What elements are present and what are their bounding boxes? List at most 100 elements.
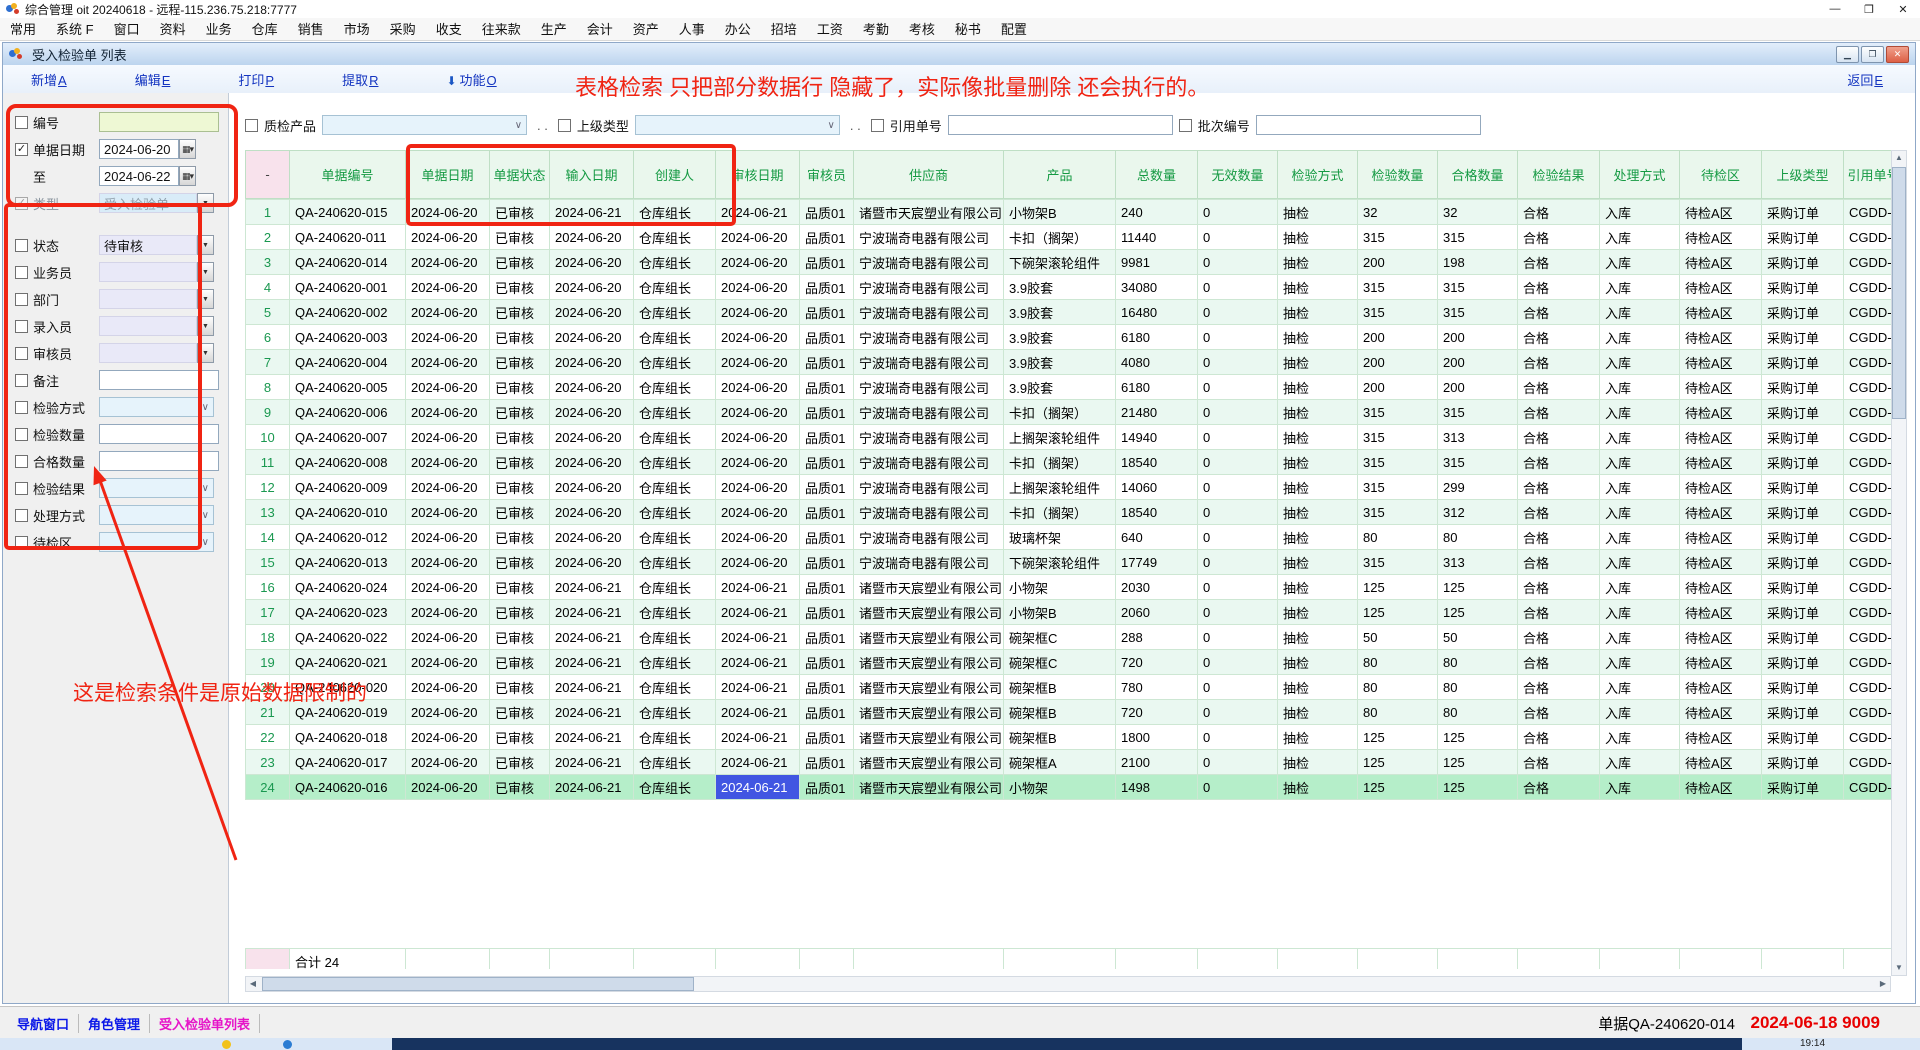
quick-filter-checkbox-5[interactable]	[1179, 119, 1192, 132]
cell-7-17[interactable]: 待检A区	[1680, 350, 1762, 375]
cell-22-6[interactable]: 2024-06-21	[716, 725, 800, 750]
quick-filter-checkbox-2[interactable]	[558, 119, 571, 132]
cell-13-13[interactable]: 315	[1358, 500, 1438, 525]
cell-21-5[interactable]: 仓库组长	[634, 700, 716, 725]
cell-14-14[interactable]: 80	[1438, 525, 1518, 550]
cell-8-14[interactable]: 200	[1438, 375, 1518, 400]
menu-item-18[interactable]: 考勤	[853, 19, 899, 40]
cell-4-10[interactable]: 34080	[1116, 275, 1198, 300]
toolbar-button-O[interactable]: ⬇功能O	[432, 70, 510, 89]
cell-16-7[interactable]: 品质01	[800, 575, 854, 600]
table-row-4[interactable]: 4QA-240620-0012024-06-20已审核2024-06-20仓库组…	[246, 275, 1892, 300]
cell-13-14[interactable]: 312	[1438, 500, 1518, 525]
cell-20-1[interactable]: QA-240620-020	[290, 675, 406, 700]
calendar-dropdown-icon[interactable]: ▦▾	[179, 139, 196, 159]
cell-20-7[interactable]: 品质01	[800, 675, 854, 700]
taskbar-icon-blue[interactable]	[283, 1040, 292, 1049]
cell-6-1[interactable]: QA-240620-003	[290, 325, 406, 350]
cell-7-10[interactable]: 4080	[1116, 350, 1198, 375]
cell-11-5[interactable]: 仓库组长	[634, 450, 716, 475]
toolbar-button-A[interactable]: 新增A	[17, 70, 81, 89]
cell-18-1[interactable]: QA-240620-022	[290, 625, 406, 650]
scroll-up-arrow-icon[interactable]: ▲	[1892, 151, 1906, 165]
cell-22-5[interactable]: 仓库组长	[634, 725, 716, 750]
cell-18-12[interactable]: 抽检	[1278, 625, 1358, 650]
cell-7-11[interactable]: 0	[1198, 350, 1278, 375]
dropdown-arrow-icon[interactable]: ▼	[197, 343, 214, 363]
cell-21-14[interactable]: 80	[1438, 700, 1518, 725]
cell-23-8[interactable]: 诸暨市天宸塑业有限公司	[854, 750, 1004, 775]
table-row-14[interactable]: 14QA-240620-0122024-06-20已审核2024-06-20仓库…	[246, 525, 1892, 550]
cell-16-4[interactable]: 2024-06-21	[550, 575, 634, 600]
cell-11-18[interactable]: 采购订单	[1762, 450, 1844, 475]
cell-15-7[interactable]: 品质01	[800, 550, 854, 575]
cell-16-12[interactable]: 抽检	[1278, 575, 1358, 600]
cell-5-5[interactable]: 仓库组长	[634, 300, 716, 325]
cell-18-17[interactable]: 待检A区	[1680, 625, 1762, 650]
cell-21-3[interactable]: 已审核	[490, 700, 550, 725]
window-close-button[interactable]: ✕	[1886, 3, 1920, 16]
row-number-cell[interactable]: 17	[246, 600, 290, 625]
menu-item-3[interactable]: 资料	[150, 19, 196, 40]
cell-24-2[interactable]: 2024-06-20	[406, 775, 490, 800]
row-number-cell[interactable]: 18	[246, 625, 290, 650]
table-row-3[interactable]: 3QA-240620-0142024-06-20已审核2024-06-20仓库组…	[246, 250, 1892, 275]
cell-2-3[interactable]: 已审核	[490, 225, 550, 250]
cell-21-10[interactable]: 720	[1116, 700, 1198, 725]
cell-2-8[interactable]: 宁波瑞奇电器有限公司	[854, 225, 1004, 250]
cell-7-8[interactable]: 宁波瑞奇电器有限公司	[854, 350, 1004, 375]
calendar-dropdown-icon[interactable]: ▦▾	[179, 166, 196, 186]
cell-12-5[interactable]: 仓库组长	[634, 475, 716, 500]
cell-14-15[interactable]: 合格	[1518, 525, 1600, 550]
cell-17-8[interactable]: 诸暨市天宸塑业有限公司	[854, 600, 1004, 625]
cell-7-9[interactable]: 3.9胶套	[1004, 350, 1116, 375]
cell-15-12[interactable]: 抽检	[1278, 550, 1358, 575]
cell-15-5[interactable]: 仓库组长	[634, 550, 716, 575]
cell-3-3[interactable]: 已审核	[490, 250, 550, 275]
cell-19-12[interactable]: 抽检	[1278, 650, 1358, 675]
table-row-15[interactable]: 15QA-240620-0132024-06-20已审核2024-06-20仓库…	[246, 550, 1892, 575]
toolbar-button-R[interactable]: 提取R	[328, 70, 392, 89]
cell-24-9[interactable]: 小物架	[1004, 775, 1116, 800]
cell-23-15[interactable]: 合格	[1518, 750, 1600, 775]
cell-22-9[interactable]: 碗架框B	[1004, 725, 1116, 750]
cell-18-10[interactable]: 288	[1116, 625, 1198, 650]
column-header-16[interactable]: 处理方式	[1600, 151, 1680, 199]
filter-checkbox-14[interactable]	[15, 509, 28, 522]
cell-15-18[interactable]: 采购订单	[1762, 550, 1844, 575]
dropdown-arrow-icon[interactable]: ▼	[197, 193, 214, 213]
toolbar-button-E[interactable]: 编辑E	[121, 70, 185, 89]
table-row-20[interactable]: 20QA-240620-0202024-06-20已审核2024-06-21仓库…	[246, 675, 1892, 700]
cell-19-16[interactable]: 入库	[1600, 650, 1680, 675]
cell-12-19[interactable]: CGDD-24	[1844, 475, 1892, 500]
cell-15-11[interactable]: 0	[1198, 550, 1278, 575]
cell-6-17[interactable]: 待检A区	[1680, 325, 1762, 350]
cell-8-13[interactable]: 200	[1358, 375, 1438, 400]
cell-7-1[interactable]: QA-240620-004	[290, 350, 406, 375]
cell-16-13[interactable]: 125	[1358, 575, 1438, 600]
cell-21-8[interactable]: 诸暨市天宸塑业有限公司	[854, 700, 1004, 725]
cell-8-10[interactable]: 6180	[1116, 375, 1198, 400]
cell-10-10[interactable]: 14940	[1116, 425, 1198, 450]
cell-4-13[interactable]: 315	[1358, 275, 1438, 300]
cell-20-13[interactable]: 80	[1358, 675, 1438, 700]
cell-1-15[interactable]: 合格	[1518, 200, 1600, 225]
cell-23-6[interactable]: 2024-06-21	[716, 750, 800, 775]
column-header-17[interactable]: 待检区	[1680, 151, 1762, 199]
cell-14-4[interactable]: 2024-06-20	[550, 525, 634, 550]
cell-16-10[interactable]: 2030	[1116, 575, 1198, 600]
cell-1-3[interactable]: 已审核	[490, 200, 550, 225]
cell-3-10[interactable]: 9981	[1116, 250, 1198, 275]
cell-19-8[interactable]: 诸暨市天宸塑业有限公司	[854, 650, 1004, 675]
cell-16-18[interactable]: 采购订单	[1762, 575, 1844, 600]
cell-24-5[interactable]: 仓库组长	[634, 775, 716, 800]
filter-checkbox-12[interactable]	[15, 455, 28, 468]
cell-5-6[interactable]: 2024-06-20	[716, 300, 800, 325]
cell-3-6[interactable]: 2024-06-20	[716, 250, 800, 275]
cell-4-2[interactable]: 2024-06-20	[406, 275, 490, 300]
cell-10-18[interactable]: 采购订单	[1762, 425, 1844, 450]
cell-20-17[interactable]: 待检A区	[1680, 675, 1762, 700]
cell-15-1[interactable]: QA-240620-013	[290, 550, 406, 575]
cell-3-2[interactable]: 2024-06-20	[406, 250, 490, 275]
cell-17-4[interactable]: 2024-06-21	[550, 600, 634, 625]
